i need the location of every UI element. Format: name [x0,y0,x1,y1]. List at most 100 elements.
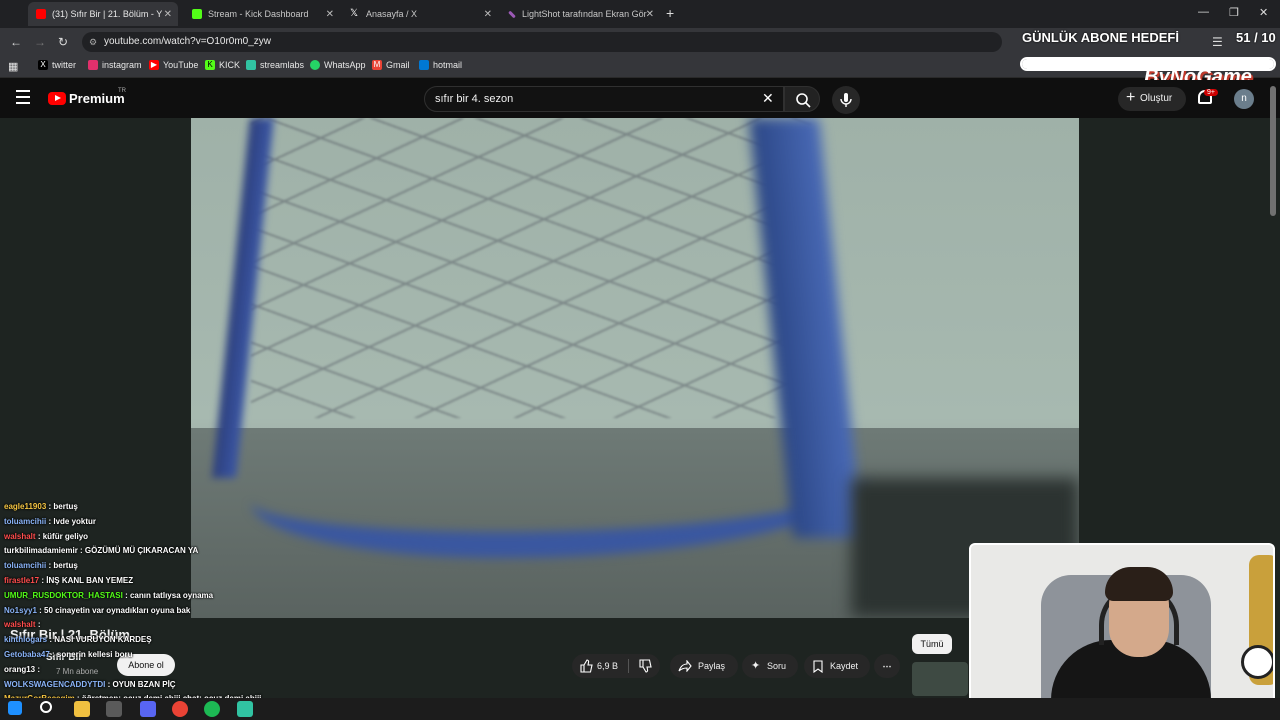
start-icon[interactable] [8,701,22,715]
instagram-icon [88,60,98,70]
chat-message: walshalt : küfür geliyo [4,531,89,541]
kick-favicon-icon [192,9,202,19]
tab-search-icon[interactable]: ☰ [1212,35,1223,49]
hamburger-menu-icon[interactable] [16,90,30,104]
gmail-icon: M [372,60,382,70]
kick-icon: K [205,60,215,70]
more-actions-icon[interactable]: ⋯ [874,654,900,678]
chat-message: toluamcihii : bertuş [4,561,78,571]
youtube-favicon-icon [36,9,46,19]
x-favicon-icon: 𝕏 [350,8,359,19]
app-icon[interactable] [106,701,122,717]
stream-chat-overlay: eagle11903 : bertuş toluamcihii : lvde y… [4,500,264,707]
chat-message: walshalt : [4,620,41,630]
chat-message: UMUR_RUSDOKTOR_HASTASI : canın tatlıysa … [4,590,214,600]
account-avatar[interactable]: n [1234,89,1254,109]
url-text: youtube.com/watch?v=O10r0m0_zyw [104,36,272,47]
bookmark-gmail[interactable]: M Gmail [372,60,410,70]
like-count[interactable]: 6,9 B [597,654,618,678]
file-explorer-icon[interactable] [74,701,90,717]
chat-message: turkbilimadamiemir : GÖZÜMÜ MÜ ÇIKARACAN… [4,546,199,556]
youtube-logo-icon[interactable] [48,92,66,105]
close-icon[interactable]: ✕ [326,9,334,20]
search-icon [796,93,811,108]
chat-message: firastle17 : İNŞ KANL BAN YEMEZ [4,575,134,585]
tab-label: LightShot tarafından Ekran Gör [522,9,647,19]
search-taskbar-icon[interactable] [40,701,52,713]
new-tab-icon[interactable]: + [666,5,674,21]
chip-all[interactable]: Tümü [912,634,952,654]
restore-icon[interactable]: ❐ [1229,6,1239,19]
like-dislike-group: 6,9 B [572,654,660,678]
youtube-brand[interactable]: Premium [69,91,125,106]
football-icon [1241,645,1273,679]
search-input[interactable]: sıfır bir 4. sezon [424,86,784,112]
close-icon[interactable]: ✕ [484,9,492,20]
chat-message: No1syy1 : 50 cinayetin var oynadıkları o… [4,605,191,615]
chat-message: toluamcihii : lvde yoktur [4,516,97,526]
subscriber-goal-count: 51 / 10 [1236,30,1276,45]
bookmark-whatsapp[interactable]: WhatsApp [310,60,366,70]
clear-search-icon[interactable]: ✕ [762,90,774,107]
browser-tab-lightshot[interactable]: LightShot tarafından Ekran Gör ✕ [500,2,660,26]
region-code: TR [118,88,126,94]
subscriber-goal-title: GÜNLÜK ABONE HEDEFİ [1022,30,1179,45]
lightshot-favicon-icon [508,10,516,18]
whatsapp-icon [310,60,320,70]
chat-message: eagle11903 : bertuş [4,502,78,511]
bookmark-icon [813,660,823,673]
bookmark-instagram[interactable]: instagram [88,60,142,70]
url-field[interactable]: ⚙ youtube.com/watch?v=O10r0m0_zyw [82,32,1002,52]
discord-icon[interactable] [140,701,156,717]
chat-message: orang13 : [4,664,41,674]
browser-tab-kick[interactable]: Stream - Kick Dashboard ✕ [184,2,340,26]
x-icon: X [38,60,48,70]
chrome-icon[interactable] [172,701,188,717]
browser-tab-youtube[interactable]: (31) Sıfır Bir | 21. Bölüm - Y ✕ [28,2,178,26]
back-icon[interactable]: ← [10,35,22,49]
bookmark-hotmail[interactable]: hotmail [419,60,462,70]
streamlabs-taskbar-icon[interactable] [237,701,253,717]
video-player[interactable] [191,118,1079,618]
close-icon[interactable]: ✕ [164,9,172,20]
save-button[interactable]: Kaydet [804,654,870,678]
spotify-icon[interactable] [204,701,220,717]
browser-tabstrip: (31) Sıfır Bir | 21. Bölüm - Y ✕ Stream … [0,0,1280,28]
site-info-icon[interactable]: ⚙ [89,32,97,52]
outlook-icon [419,60,429,70]
reload-icon[interactable]: ↻ [58,35,68,49]
bookmark-youtube[interactable]: ▶ YouTube [149,60,198,70]
windows-taskbar [0,698,1280,720]
minimize-icon[interactable]: — [1198,6,1209,18]
apps-grid-icon[interactable]: ▦ [8,60,18,73]
youtube-header: Premium TR sıfır bir 4. sezon ✕ Oluştur … [0,80,1280,118]
bookmark-twitter[interactable]: Xtwitter [38,60,76,70]
bookmark-kick[interactable]: K KICK [205,60,240,70]
tab-label: (31) Sıfır Bir | 21. Bölüm - Y [52,9,163,19]
like-icon[interactable] [579,659,593,673]
bookmark-streamlabs[interactable]: streamlabs [246,60,304,70]
related-video-thumbnail[interactable] [912,662,968,696]
notification-badge: 9+ [1204,89,1218,96]
webcam-overlay [969,543,1275,718]
dislike-icon[interactable] [638,659,652,673]
tab-label: Stream - Kick Dashboard [208,9,309,19]
streamlabs-icon [246,60,256,70]
voice-search-button[interactable] [832,86,860,114]
ask-button[interactable]: ✦ Soru [742,654,798,678]
share-icon [678,660,692,672]
chat-message: Getobaba47 : sonerin kellesi boru [4,649,133,659]
window-close-icon[interactable]: ✕ [1259,6,1268,19]
browser-tab-x[interactable]: 𝕏 Anasayfa / X ✕ [342,2,498,26]
microphone-icon [840,93,852,107]
tab-label: Anasayfa / X [366,9,418,19]
search-button[interactable] [784,86,820,112]
page-scrollbar[interactable] [1270,86,1276,216]
like-divider [628,659,629,673]
chat-message: WOLKSWAGENCADDYTDI : OYUN BZAN PİÇ [4,679,176,689]
close-icon[interactable]: ✕ [646,9,654,20]
share-button[interactable]: Paylaş [670,654,738,678]
create-button[interactable]: Oluştur [1118,86,1186,111]
forward-icon[interactable]: → [34,35,46,49]
chat-message: kinthlogars : NASI VURUYON KARDEŞ [4,635,152,645]
